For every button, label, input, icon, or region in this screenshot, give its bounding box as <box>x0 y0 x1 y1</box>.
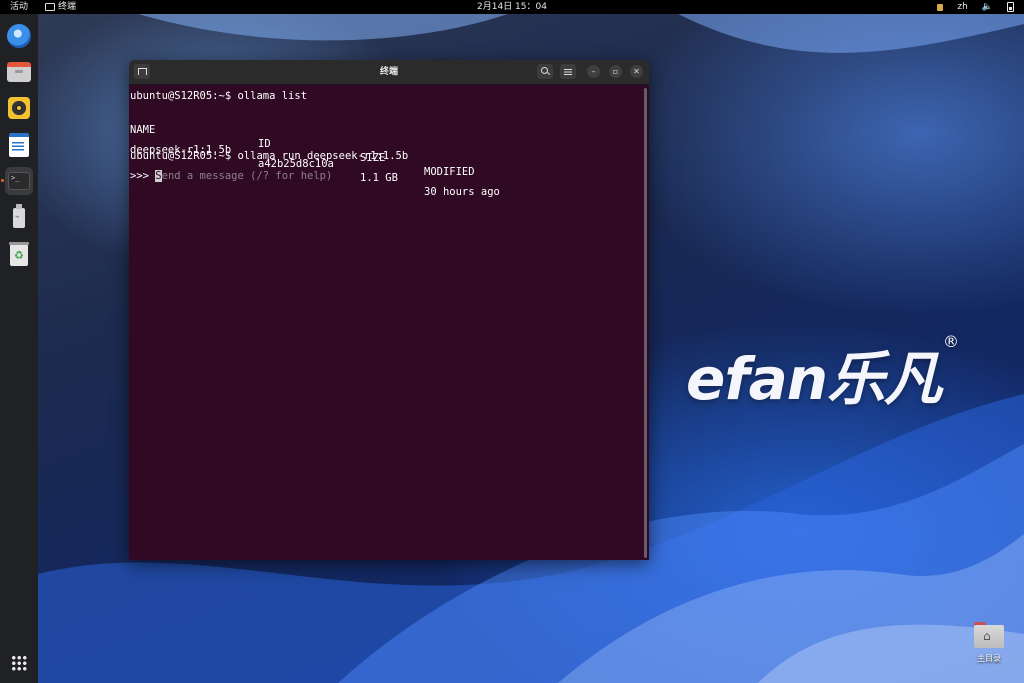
maximize-icon: ▫ <box>612 67 619 76</box>
top-bar: 活动 终端 2月14日 15：04 zh 🔈 <box>0 0 1024 14</box>
home-folder[interactable]: ⌂ 主目录 <box>968 622 1010 664</box>
search-icon <box>540 67 548 74</box>
command-text: ollama run deepseek-r1:1.5b <box>237 150 409 162</box>
notes-icon[interactable] <box>937 3 944 11</box>
home-icon: ⌂ <box>983 629 991 643</box>
hamburger-menu-icon <box>564 68 572 75</box>
minimize-button[interactable]: – <box>587 65 600 78</box>
system-tray[interactable]: zh 🔈 <box>937 0 1014 14</box>
clock[interactable]: 2月14日 15：04 <box>477 2 547 12</box>
writer-icon <box>9 133 29 157</box>
message-placeholder: end a message (/? for help) <box>161 170 333 182</box>
battery-icon[interactable] <box>1007 2 1014 12</box>
input-method-indicator[interactable]: zh <box>957 0 967 14</box>
thunderbird-icon <box>7 24 31 48</box>
dock-thunderbird[interactable] <box>5 22 33 50</box>
dock-usb-drive[interactable] <box>5 204 33 232</box>
dock-terminal[interactable]: >_ <box>5 167 33 195</box>
repl-prompt: >>> <box>130 170 149 182</box>
search-button[interactable] <box>537 64 553 79</box>
terminal-window[interactable]: 终端 – ▫ ✕ ubuntu@S12R05:~$ ollama list NA… <box>129 60 649 560</box>
close-icon: ✕ <box>633 67 640 76</box>
activities-button[interactable]: 活动 <box>10 0 28 14</box>
dock-rhythmbox[interactable] <box>5 94 33 122</box>
shell-prompt: ubuntu@S12R05:~$ <box>130 90 232 102</box>
app-menu[interactable]: 终端 <box>45 0 76 14</box>
terminal-output[interactable]: ubuntu@S12R05:~$ ollama list NAME ID SIZ… <box>130 86 641 560</box>
usb-drive-icon <box>13 204 25 228</box>
terminal-line-4: ubuntu@S12R05:~$ ollama run deepseek-r1:… <box>130 149 408 163</box>
app-grid-icon[interactable] <box>11 655 27 671</box>
table-header: MODIFIED <box>424 166 475 178</box>
table-cell: 1.1 GB <box>360 172 398 184</box>
app-menu-label: 终端 <box>58 2 77 12</box>
rhythmbox-icon <box>8 97 30 119</box>
minimize-icon: – <box>591 67 596 76</box>
folder-icon: ⌂ <box>974 622 1004 648</box>
close-button[interactable]: ✕ <box>630 65 643 78</box>
shell-prompt: ubuntu@S12R05:~$ <box>130 150 232 162</box>
new-tab-button[interactable] <box>134 64 150 79</box>
home-folder-label: 主目录 <box>977 654 1001 663</box>
terminal-line-1: ubuntu@S12R05:~$ ollama list <box>130 89 307 103</box>
terminal-icon: >_ <box>8 172 30 190</box>
terminal-header-bar[interactable]: 终端 – ▫ ✕ <box>129 60 649 85</box>
running-indicator <box>1 179 4 182</box>
dock-writer[interactable] <box>5 131 33 159</box>
repl-input-line[interactable]: >>> Send a message (/? for help) <box>130 169 332 183</box>
terminal-scrollbar[interactable] <box>644 88 647 558</box>
command-text: ollama list <box>237 90 308 102</box>
volume-icon[interactable]: 🔈 <box>982 0 993 14</box>
brand-logo: efan乐凡® <box>686 332 959 413</box>
table-row: deepseek-r1:1.5b a42b25d8c10a 1.1 GB 30 … <box>130 129 630 198</box>
trash-icon: ♻ <box>9 242 29 266</box>
menu-button[interactable] <box>560 64 576 79</box>
dock-trash[interactable]: ♻ <box>5 241 33 269</box>
new-tab-icon <box>137 68 147 75</box>
dock-files[interactable] <box>5 58 33 86</box>
terminal-small-icon <box>45 3 55 11</box>
table-cell: 30 hours ago <box>424 186 500 198</box>
maximize-button[interactable]: ▫ <box>609 65 622 78</box>
dock: >_ ♻ <box>0 14 38 683</box>
table-header-row: NAME ID SIZE MODIFIED <box>130 109 630 178</box>
files-icon <box>7 62 31 82</box>
